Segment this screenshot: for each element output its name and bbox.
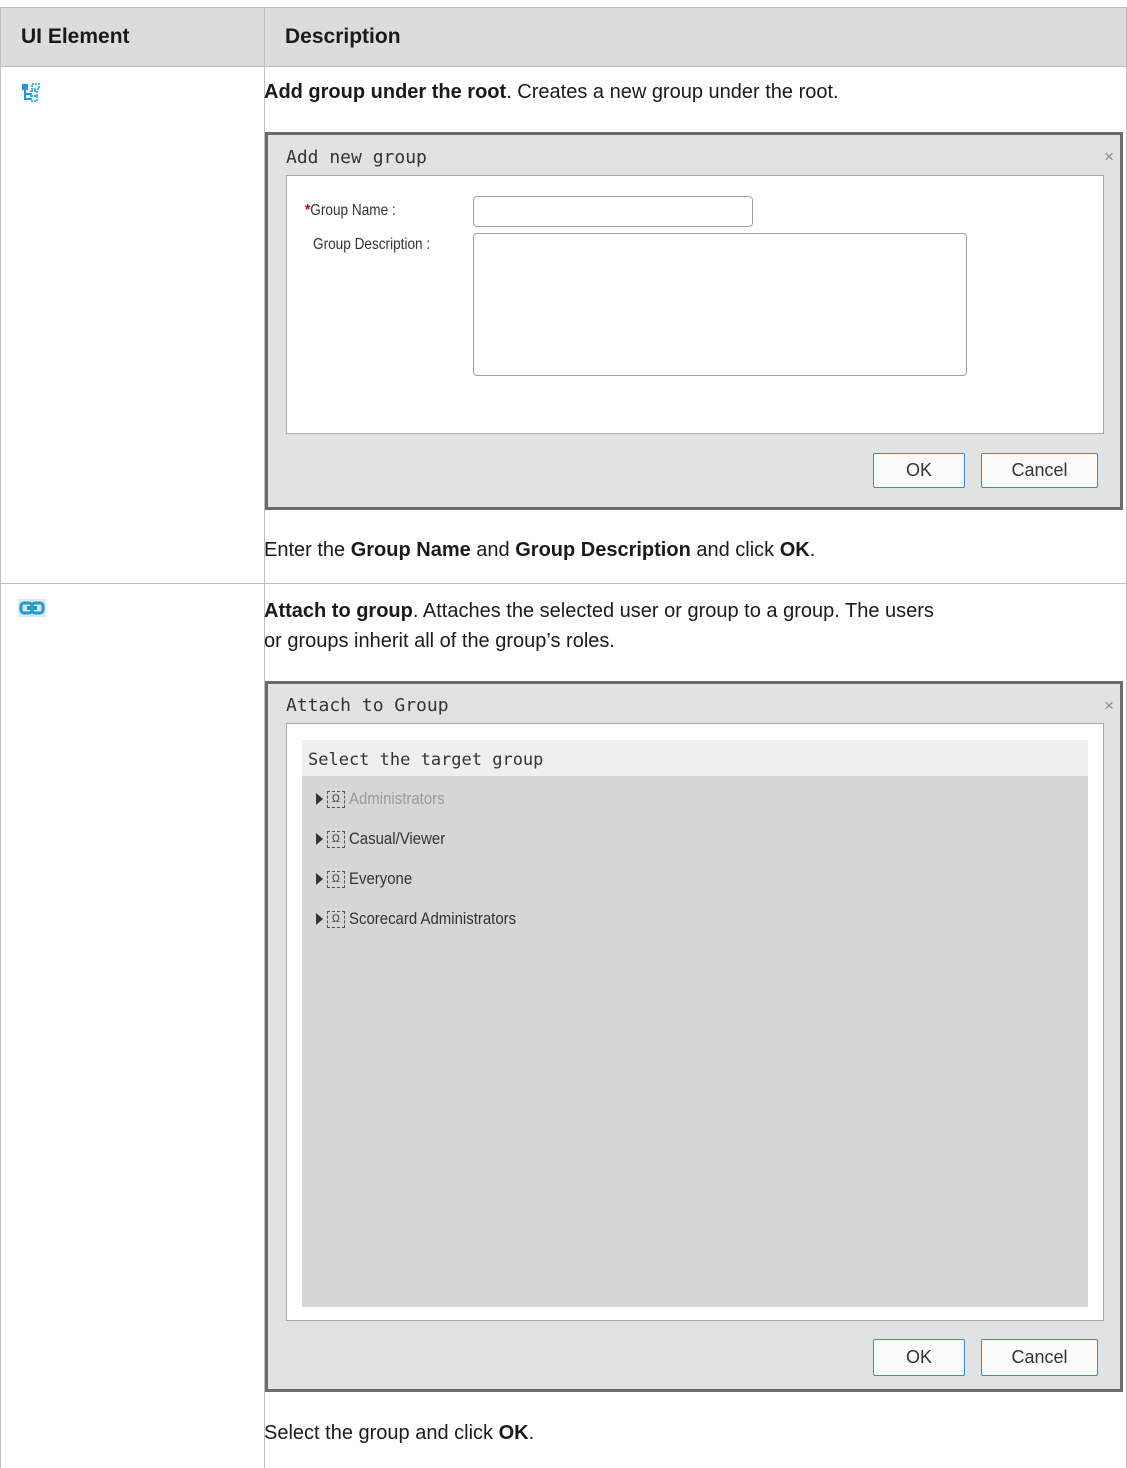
group-icon: Ω	[327, 790, 345, 808]
row2-title: Attach to group	[264, 600, 413, 622]
expand-arrow-icon[interactable]	[316, 873, 323, 885]
dialog-body: Select the target group Ω Administrators…	[286, 723, 1104, 1321]
group-icon: Ω	[327, 830, 345, 848]
attach-to-group-icon	[18, 599, 46, 617]
group-tree: Select the target group Ω Administrators…	[302, 740, 1088, 1307]
expand-arrow-icon[interactable]	[316, 833, 323, 845]
row2-footer: Select the group and click OK.	[264, 1422, 535, 1444]
row2-desc-line1: . Attaches the selected user or group to…	[412, 600, 934, 622]
group-description-textarea[interactable]	[473, 233, 967, 376]
dialog-title: Add new group	[286, 147, 427, 168]
close-icon[interactable]: ×	[1104, 696, 1114, 716]
header-description: Description	[264, 7, 1127, 67]
ok-button[interactable]: OK	[873, 1339, 965, 1376]
close-icon[interactable]: ×	[1104, 147, 1114, 167]
row2-desc-line2: or groups inherit all of the group’s rol…	[264, 630, 615, 652]
add-new-group-dialog: Add new group × *Group Name : Group Desc…	[265, 132, 1123, 510]
row2-description: Attach to group. Attaches the selected u…	[264, 596, 934, 656]
dialog-body: *Group Name : Group Description :	[286, 175, 1104, 434]
attach-to-group-dialog: Attach to Group × Select the target grou…	[265, 681, 1123, 1392]
header-ui-element: UI Element	[0, 7, 265, 67]
tree-item-label: Administrators	[349, 789, 445, 808]
dialog-title: Attach to Group	[286, 695, 449, 716]
tree-item-everyone[interactable]: Ω Everyone	[316, 868, 421, 890]
group-icon: Ω	[327, 910, 345, 928]
tree-item-label: Casual/Viewer	[349, 829, 446, 848]
row1-desc: . Creates a new group under the root.	[506, 81, 839, 103]
group-icon: Ω	[327, 870, 345, 888]
ok-button[interactable]: OK	[873, 453, 965, 488]
group-name-label: *Group Name :	[305, 202, 396, 219]
cancel-button[interactable]: Cancel	[981, 1339, 1098, 1376]
row1-title: Add group under the root	[264, 81, 507, 103]
tree-item-casual-viewer[interactable]: Ω Casual/Viewer	[316, 828, 458, 850]
group-name-input[interactable]	[473, 196, 753, 227]
tree-item-scorecard-administrators[interactable]: Ω Scorecard Administrators	[316, 908, 539, 930]
row1-description: Add group under the root. Creates a new …	[264, 77, 839, 107]
tree-item-administrators[interactable]: Ω Administrators	[316, 788, 458, 810]
tree-header: Select the target group	[302, 740, 1088, 776]
tree-item-label: Everyone	[349, 869, 413, 888]
row1-footer: Enter the Group Name and Group Descripti…	[264, 539, 816, 561]
cancel-button[interactable]: Cancel	[981, 453, 1098, 488]
group-description-label: Group Description :	[313, 236, 431, 253]
expand-arrow-icon[interactable]	[316, 913, 323, 925]
expand-arrow-icon[interactable]	[316, 793, 323, 805]
tree-item-label: Scorecard Administrators	[349, 909, 517, 928]
add-group-under-root-icon	[22, 83, 40, 102]
